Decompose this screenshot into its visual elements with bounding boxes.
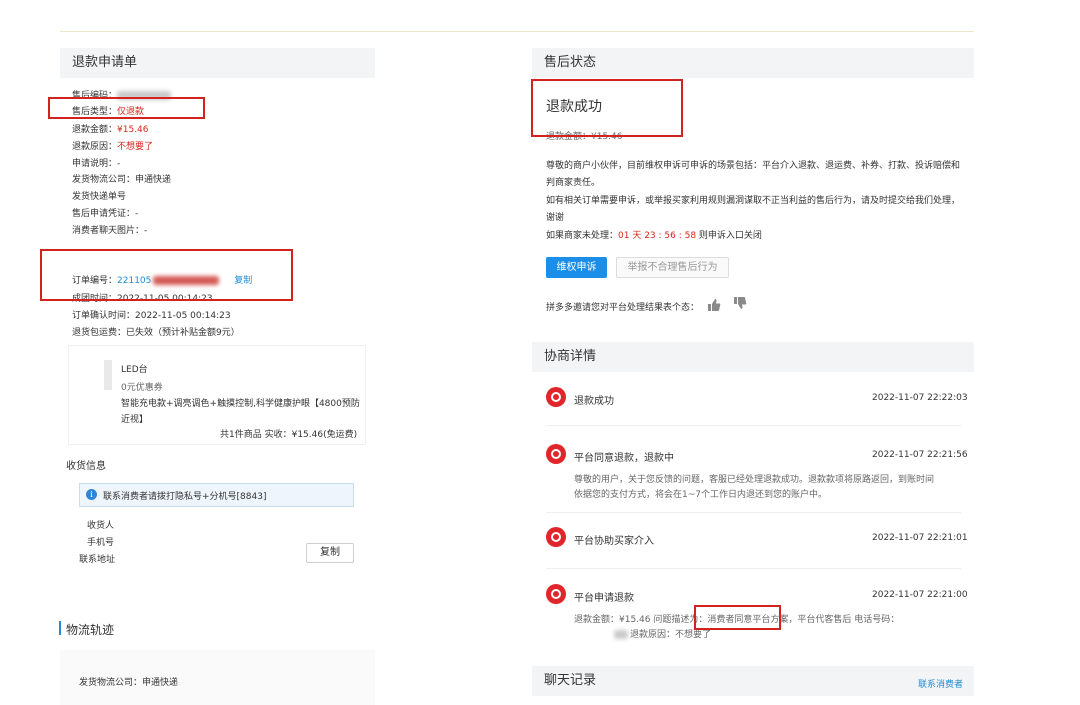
ship-no: 发货快递单号 (72, 192, 127, 202)
logistics-company: 发货物流公司：申通快递 (79, 678, 179, 688)
appeal-button[interactable]: 维权申诉 (546, 257, 607, 278)
nego-item-3-time: 2022-11-07 22:21:01 (872, 533, 968, 543)
annotation-box-order (40, 249, 293, 301)
product-desc-1: 智能充电款+调亮调色+触摸控制,科学健康护眼【4800预防 (121, 399, 360, 409)
thumbs-down-icon[interactable] (733, 295, 747, 309)
aftersale-status-title: 售后状态 (532, 48, 974, 78)
nego-item-2-line1: 尊敬的用户，关于您反馈的问题，客服已经处理退款成功。退款款项将原路返回，到账时间 (574, 475, 935, 485)
report-button[interactable]: 举报不合理售后行为 (616, 257, 729, 278)
product-summary: 共1件商品 实收：¥15.46(免运费) (220, 430, 358, 440)
product-thumbnail (104, 360, 112, 390)
logistics-title: 物流轨迹 (66, 623, 115, 637)
refund-reason-value: 不想要了 (117, 142, 154, 152)
phone-label: 手机号 (87, 538, 115, 548)
countdown-timer: 01 天 23 : 56 : 58 (618, 231, 697, 241)
thumbs-up-icon[interactable] (707, 297, 721, 311)
receiver-label: 收货人 (87, 521, 115, 531)
status-text-2: 如有相关订单需要申诉，或举报买家利用规则漏洞谋取不正当利益的售后行为，请及时提交… (546, 196, 961, 206)
platform-logo-icon (546, 387, 566, 407)
nego-divider-1 (546, 425, 961, 426)
platform-logo-icon (546, 584, 566, 604)
ship-company: 发货物流公司：申通快递 (72, 175, 172, 185)
contact-consumer-link[interactable]: 联系消费者 (918, 677, 963, 690)
apply-desc: 申请说明：- (72, 159, 121, 169)
address-label: 联系地址 (79, 555, 116, 565)
nego-item-4-time: 2022-11-07 22:21:00 (872, 590, 968, 600)
annotation-box-type (48, 97, 205, 119)
negotiation-title: 协商详情 (532, 342, 974, 372)
product-desc-2: 近视】 (121, 415, 149, 425)
nego-divider-3 (546, 568, 961, 569)
product-coupon: 0元优惠券 (121, 383, 163, 393)
nego-item-2-line2: 依据您的支付方式，将会在1~7个工作日内退还到您的账户中。 (574, 490, 827, 500)
platform-logo-icon (546, 527, 566, 547)
status-text-1b: 判商家责任。 (546, 178, 601, 188)
nego-item-1-title: 退款成功 (574, 396, 614, 407)
refund-reason: 退款原因：不想要了 (72, 142, 154, 152)
chat-images: 消费者聊天图片：- (72, 226, 148, 236)
privacy-notice-text: 联系消费者请拨打隐私号+分机号[8843] (103, 492, 267, 502)
nego-item-4-title: 平台申请退款 (574, 593, 634, 604)
countdown-line: 如果商家未处理：01 天 23 : 56 : 58 则申诉入口关闭 (546, 231, 762, 241)
refund-application-title: 退款申请单 (60, 48, 375, 78)
refund-amount: 退款金额：¥15.46 (72, 125, 149, 135)
chat-panel: 聊天记录 (532, 666, 974, 705)
platform-logo-icon (546, 444, 566, 464)
refund-amount-value: ¥15.46 (117, 125, 149, 135)
nego-item-3-title: 平台协助买家介入 (574, 536, 654, 547)
phone-redacted (614, 630, 628, 639)
feedback-prompt: 拼多多邀请您对平台处理结果表个态： (546, 303, 700, 313)
annotation-box-consent (694, 605, 781, 630)
chat-title: 聊天记录 (532, 666, 974, 696)
copy-address-button[interactable]: 复制 (306, 543, 354, 563)
status-text-1: 尊敬的商户小伙伴，目前维权申诉可申诉的场景包括：平台介入退款、退运费、补券、打款… (546, 161, 961, 171)
nego-item-2-time: 2022-11-07 22:21:56 (872, 450, 968, 460)
nego-item-2-title: 平台同意退款，退款中 (574, 453, 674, 464)
receiver-info-title: 收货信息 (66, 461, 106, 472)
confirm-time: 订单确认时间：2022-11-05 00:14:23 (72, 311, 231, 321)
info-icon: i (86, 489, 97, 500)
return-shipping-fee: 退货包运费：已失效（预计补贴金额9元） (72, 328, 240, 338)
logistics-title-bar (59, 621, 61, 635)
nego-divider-2 (546, 512, 961, 513)
nego-item-1-time: 2022-11-07 22:22:03 (872, 393, 968, 403)
voucher: 售后申请凭证：- (72, 209, 139, 219)
annotation-box-status (531, 79, 683, 137)
product-name: LED台 (121, 365, 148, 375)
top-divider (60, 31, 974, 32)
status-text-2b: 谢谢 (546, 213, 565, 223)
